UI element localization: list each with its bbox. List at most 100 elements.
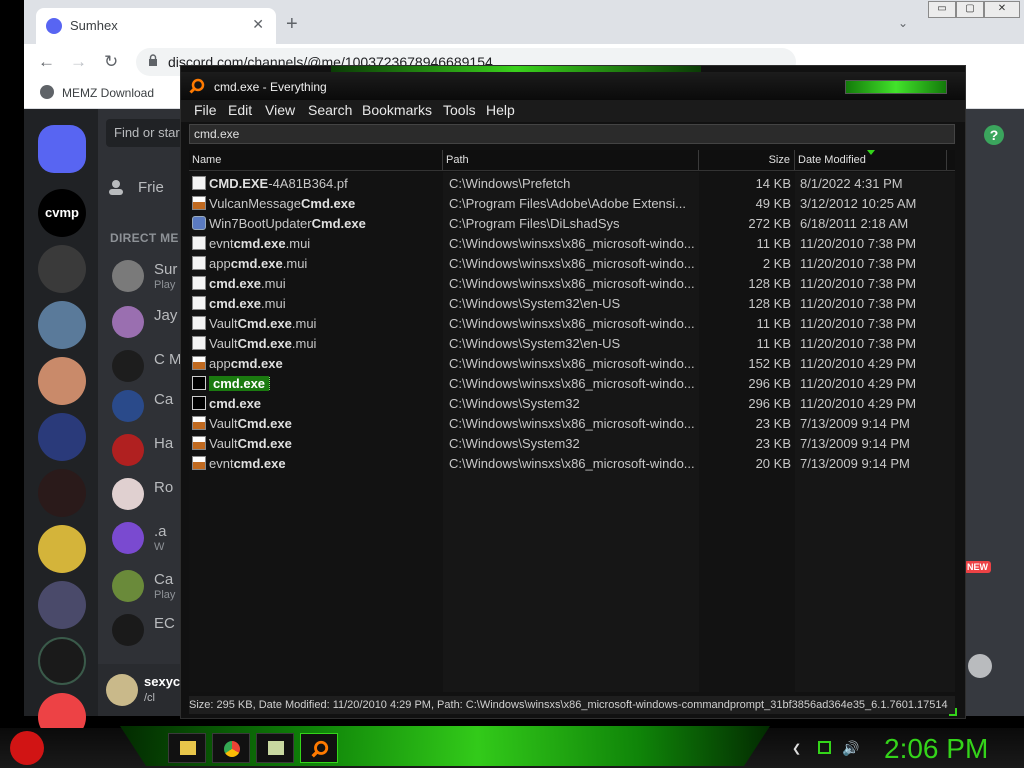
file-size: 2 KB <box>762 256 791 271</box>
file-icon <box>192 336 206 350</box>
menu-edit[interactable]: Edit <box>228 102 252 118</box>
help-icon[interactable]: ? <box>984 125 1004 145</box>
new-tab-button[interactable]: + <box>286 14 298 34</box>
title-bar[interactable]: cmd.exe - Everything <box>181 72 965 100</box>
file-name: cmd.exe <box>209 376 441 391</box>
reload-icon[interactable]: ↻ <box>104 52 118 72</box>
column-name[interactable]: Name <box>189 150 443 170</box>
volume-icon[interactable]: 🔊 <box>842 740 859 757</box>
result-row[interactable]: VaultCmd.exe.mui C:\Windows\System32\en-U… <box>189 333 955 353</box>
file-icon <box>192 256 206 270</box>
server-icon[interactable] <box>38 301 86 349</box>
result-row[interactable]: appcmd.exe C:\Windows\winsxs\x86_microsof… <box>189 353 955 373</box>
taskbar-app-icon[interactable] <box>256 733 294 763</box>
clock[interactable]: 2:06 PM <box>884 733 988 765</box>
resize-grip-icon[interactable] <box>949 708 957 716</box>
menu-search[interactable]: Search <box>308 102 352 118</box>
result-row[interactable]: CMD.EXE-4A81B364.pf C:\Windows\Prefetch 14… <box>189 173 955 193</box>
name-match: CMD.EXE <box>209 176 269 191</box>
name-match: Cmd.exe <box>237 436 292 451</box>
network-icon[interactable] <box>818 741 831 754</box>
search-input[interactable]: cmd.exe <box>189 124 955 144</box>
date-modified: 7/13/2009 9:14 PM <box>800 436 910 451</box>
file-size: 152 KB <box>748 356 791 371</box>
tray-overflow-icon[interactable]: ❮ <box>792 742 801 755</box>
column-path[interactable]: Path <box>443 150 699 170</box>
globe-icon <box>40 85 54 99</box>
tab-sumhex[interactable]: Sumhex ✕ <box>36 8 276 44</box>
server-icon[interactable] <box>38 245 86 293</box>
maximize-button[interactable]: ▢ <box>956 1 984 18</box>
discord-home-icon[interactable] <box>38 125 86 173</box>
file-icon <box>192 436 206 450</box>
file-name: appcmd.exe <box>209 356 441 371</box>
file-size: 20 KB <box>755 456 791 471</box>
back-arrow-icon[interactable]: ← <box>38 52 55 72</box>
result-row[interactable]: VulcanMessageCmd.exe C:\Program Files\Ado… <box>189 193 955 213</box>
server-icon[interactable] <box>38 357 86 405</box>
menu-view[interactable]: View <box>265 102 295 118</box>
file-name: evntcmd.exe <box>209 456 441 471</box>
file-path: C:\Windows\winsxs\x86_microsoft-windo... <box>449 236 695 251</box>
result-row[interactable]: VaultCmd.exe C:\Windows\System32 23 KB 7/13… <box>189 433 955 453</box>
name-prefix: Win7BootUpdater <box>209 216 312 231</box>
minimize-button[interactable]: ▭ <box>928 1 956 18</box>
start-button-angry-bird-icon[interactable] <box>10 731 44 765</box>
avatar[interactable] <box>106 674 138 706</box>
server-icon[interactable] <box>38 637 86 685</box>
menu-bookmarks[interactable]: Bookmarks <box>362 102 432 118</box>
tab-close-icon[interactable]: ✕ <box>252 16 264 33</box>
file-size: 23 KB <box>755 436 791 451</box>
bookmark-memz[interactable]: MEMZ Download <box>40 85 154 100</box>
file-name: CMD.EXE-4A81B364.pf <box>209 176 441 191</box>
result-row[interactable]: appcmd.exe.mui C:\Windows\winsxs\x86_micr… <box>189 253 955 273</box>
avatar <box>112 350 144 382</box>
dm-status: W <box>154 541 165 553</box>
result-row[interactable]: cmd.exe C:\Windows\winsxs\x86_microsoft-w… <box>189 373 955 393</box>
taskbar-explorer-icon[interactable] <box>168 733 206 763</box>
file-path: C:\Windows\System32 <box>449 436 580 451</box>
server-cvmp[interactable]: cvmp <box>38 189 86 237</box>
name-prefix: Vault <box>209 336 238 351</box>
result-row[interactable]: VaultCmd.exe C:\Windows\winsxs\x86_micros… <box>189 413 955 433</box>
name-match: cmd.exe <box>230 356 283 371</box>
file-path: C:\Windows\winsxs\x86_microsoft-windo... <box>449 456 695 471</box>
menu-tools[interactable]: Tools <box>443 102 476 118</box>
taskbar-chrome-icon[interactable] <box>212 733 250 763</box>
result-row[interactable]: cmd.exe.mui C:\Windows\System32\en-US 128 … <box>189 293 955 313</box>
server-icon[interactable] <box>38 413 86 461</box>
result-row[interactable]: cmd.exe C:\Windows\System32 296 KB 11/20/20… <box>189 393 955 413</box>
taskbar-everything-icon[interactable] <box>300 733 338 763</box>
date-modified: 11/20/2010 7:38 PM <box>800 296 917 311</box>
server-icon[interactable] <box>38 581 86 629</box>
result-row[interactable]: cmd.exe.mui C:\Windows\winsxs\x86_microso… <box>189 273 955 293</box>
close-window-button[interactable]: ✕ <box>984 1 1020 18</box>
emoji-icon[interactable] <box>968 654 992 678</box>
menu-file[interactable]: File <box>194 102 217 118</box>
result-row[interactable]: VaultCmd.exe.mui C:\Windows\winsxs\x86_mi… <box>189 313 955 333</box>
file-path: C:\Windows\Prefetch <box>449 176 571 191</box>
window-controls[interactable] <box>845 80 947 94</box>
server-icon[interactable] <box>38 525 86 573</box>
tab-title: Sumhex <box>70 18 118 33</box>
file-path: C:\Windows\winsxs\x86_microsoft-windo... <box>449 316 695 331</box>
server-icon[interactable] <box>38 469 86 517</box>
discord-favicon-icon <box>46 18 62 34</box>
forward-arrow-icon[interactable]: → <box>70 52 87 72</box>
column-size[interactable]: Size <box>699 150 795 170</box>
name-prefix: app <box>209 356 231 371</box>
result-row[interactable]: evntcmd.exe C:\Windows\winsxs\x86_microso… <box>189 453 955 473</box>
date-modified: 11/20/2010 7:38 PM <box>800 236 917 251</box>
name-match: cmd.exe <box>230 256 283 271</box>
friends-link[interactable]: Frie <box>138 179 164 196</box>
menu-help[interactable]: Help <box>486 102 515 118</box>
bookmark-label: MEMZ Download <box>62 86 155 100</box>
result-row[interactable]: evntcmd.exe.mui C:\Windows\winsxs\x86_mic… <box>189 233 955 253</box>
sort-descending-icon <box>867 150 875 155</box>
new-badge: NEW <box>964 561 991 573</box>
magnifier-icon <box>189 78 205 94</box>
tab-search-button[interactable]: ⌄ <box>898 16 908 30</box>
result-row[interactable]: Win7BootUpdaterCmd.exe C:\Program Files\D… <box>189 213 955 233</box>
avatar <box>112 260 144 292</box>
avatar <box>112 570 144 602</box>
